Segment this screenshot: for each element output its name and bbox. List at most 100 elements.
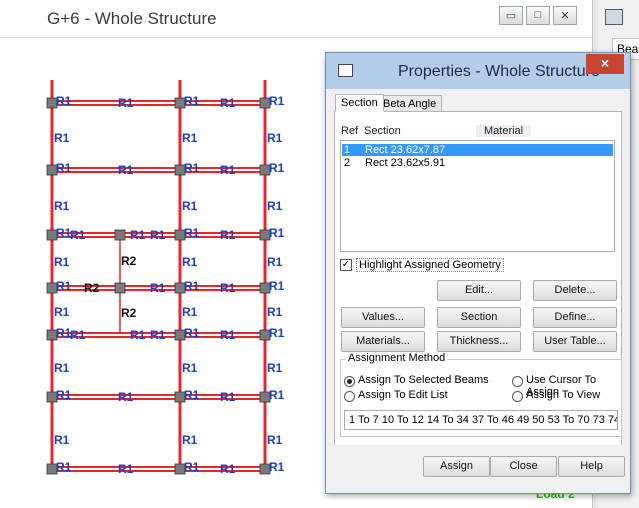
member-label: R1 xyxy=(184,326,200,340)
list-item-ref: 1 xyxy=(344,144,351,156)
assign-view-label[interactable]: Assign To View xyxy=(526,389,600,401)
member-label: R1 xyxy=(269,279,285,293)
table-icon[interactable] xyxy=(605,9,623,25)
delete-button[interactable]: Delete... xyxy=(533,280,617,301)
member-label: R1 xyxy=(56,388,72,402)
member-label: R1 xyxy=(56,460,72,474)
assign-edit-list-label[interactable]: Assign To Edit List xyxy=(358,389,448,401)
member-label: R1 xyxy=(182,305,198,319)
member-label: R1 xyxy=(267,433,283,447)
thickness-button[interactable]: Thickness... xyxy=(437,331,521,352)
member-label: R1 xyxy=(269,161,285,175)
highlight-checkbox-label[interactable]: Highlight Assigned Geometry xyxy=(356,258,504,272)
member-label: R1 xyxy=(220,281,236,295)
main-window-title: G+6 - Whole Structure xyxy=(47,9,217,28)
properties-dialog: Properties - Whole Structure × Section B… xyxy=(325,52,631,494)
member-label: R1 xyxy=(54,131,70,145)
dialog-title-bar[interactable]: Properties - Whole Structure × xyxy=(326,53,630,89)
member-label: R1 xyxy=(267,305,283,319)
member-label: R1 xyxy=(130,228,146,242)
member-label: R1 xyxy=(184,226,200,240)
member-label: R2 xyxy=(84,281,100,295)
member-label: R1 xyxy=(182,199,198,213)
assign-edit-list-radio[interactable] xyxy=(344,391,355,402)
member-list-input[interactable]: 1 To 7 10 To 12 14 To 34 37 To 46 49 50 … xyxy=(344,410,618,430)
values-button[interactable]: Values... xyxy=(341,307,425,328)
member-label: R1 xyxy=(182,255,198,269)
member-label: R1 xyxy=(150,328,166,342)
member-label: R1 xyxy=(267,199,283,213)
member-label: R1 xyxy=(118,96,134,110)
assign-selected-label[interactable]: Assign To Selected Beams xyxy=(358,374,489,386)
radio-selected-dot xyxy=(347,379,352,384)
list-item-section: Rect 23.62x7.87 xyxy=(365,144,446,156)
member-label: R1 xyxy=(182,131,198,145)
member-label: R1 xyxy=(118,390,134,404)
maximize-icon: □ xyxy=(534,9,542,21)
list-item[interactable]: 1 Rect 23.62x7.87 xyxy=(342,144,613,156)
edit-button[interactable]: Edit... xyxy=(437,280,521,301)
member-label: R1 xyxy=(269,460,285,474)
member-label: R1 xyxy=(184,161,200,175)
member-label: R1 xyxy=(118,163,134,177)
member-label: R1 xyxy=(56,161,72,175)
support-node[interactable] xyxy=(114,229,126,241)
section-list[interactable]: 1 Rect 23.62x7.87 2 Rect 23.62x5.91 xyxy=(340,140,615,252)
help-button[interactable]: Help xyxy=(558,456,625,477)
highlight-checkbox[interactable]: ✓ xyxy=(340,259,352,271)
member-label: R1 xyxy=(182,361,198,375)
close-dialog-button[interactable]: Close xyxy=(490,456,557,477)
assign-button[interactable]: Assign xyxy=(423,456,490,477)
member-label: R1 xyxy=(267,361,283,375)
member-label: R1 xyxy=(269,226,285,240)
member-label: R1 xyxy=(220,163,236,177)
maximize-button[interactable]: □ xyxy=(526,6,550,25)
assignment-method-label: Assignment Method xyxy=(346,352,448,364)
member-label: R1 xyxy=(267,131,283,145)
member-label: R1 xyxy=(70,328,86,342)
close-button[interactable]: ✕ xyxy=(553,6,577,25)
support-node[interactable] xyxy=(114,282,126,294)
member-label: R1 xyxy=(184,94,200,108)
close-icon: ✕ xyxy=(560,10,570,22)
member-label: R1 xyxy=(130,328,146,342)
list-item-ref: 2 xyxy=(344,157,351,169)
member-label: R1 xyxy=(220,96,236,110)
member-label: R1 xyxy=(269,388,285,402)
member-label: R1 xyxy=(220,390,236,404)
member-label: R1 xyxy=(184,460,200,474)
member-label: R1 xyxy=(269,326,285,340)
dialog-close-button[interactable]: × xyxy=(586,54,624,74)
member-label: R1 xyxy=(56,94,72,108)
member-label: R1 xyxy=(267,255,283,269)
column-header-section[interactable]: Section xyxy=(364,125,401,137)
member-label: R1 xyxy=(150,281,166,295)
section-database-button[interactable]: Section Database xyxy=(437,307,521,342)
member-label: R1 xyxy=(184,279,200,293)
tab-section[interactable]: Section xyxy=(335,94,384,112)
member-label: R2 xyxy=(121,254,137,268)
column-header-material[interactable]: Material xyxy=(476,125,532,137)
member-label: R1 xyxy=(220,462,236,476)
user-table-button[interactable]: User Table... xyxy=(533,331,617,352)
member-label: R1 xyxy=(184,388,200,402)
member-label: R1 xyxy=(56,226,72,240)
list-item[interactable]: 2 Rect 23.62x5.91 xyxy=(342,157,613,169)
minimize-icon: ▭ xyxy=(505,10,517,22)
window-icon xyxy=(338,64,353,77)
member-label: R1 xyxy=(54,361,70,375)
member-label: R1 xyxy=(220,228,236,242)
member-label: R1 xyxy=(150,228,166,242)
member-label: R1 xyxy=(54,255,70,269)
minimize-button[interactable]: ▭ xyxy=(499,6,523,25)
member-label: R1 xyxy=(56,279,72,293)
assign-selected-radio[interactable] xyxy=(344,376,355,387)
use-cursor-radio[interactable] xyxy=(512,376,523,387)
member-label: R2 xyxy=(121,306,137,320)
column-header-ref[interactable]: Ref xyxy=(341,125,358,137)
materials-button[interactable]: Materials... xyxy=(341,331,425,352)
define-button[interactable]: Define... xyxy=(533,307,617,328)
member-label: R1 xyxy=(182,433,198,447)
member-label: R1 xyxy=(269,94,285,108)
assign-view-radio[interactable] xyxy=(512,391,523,402)
